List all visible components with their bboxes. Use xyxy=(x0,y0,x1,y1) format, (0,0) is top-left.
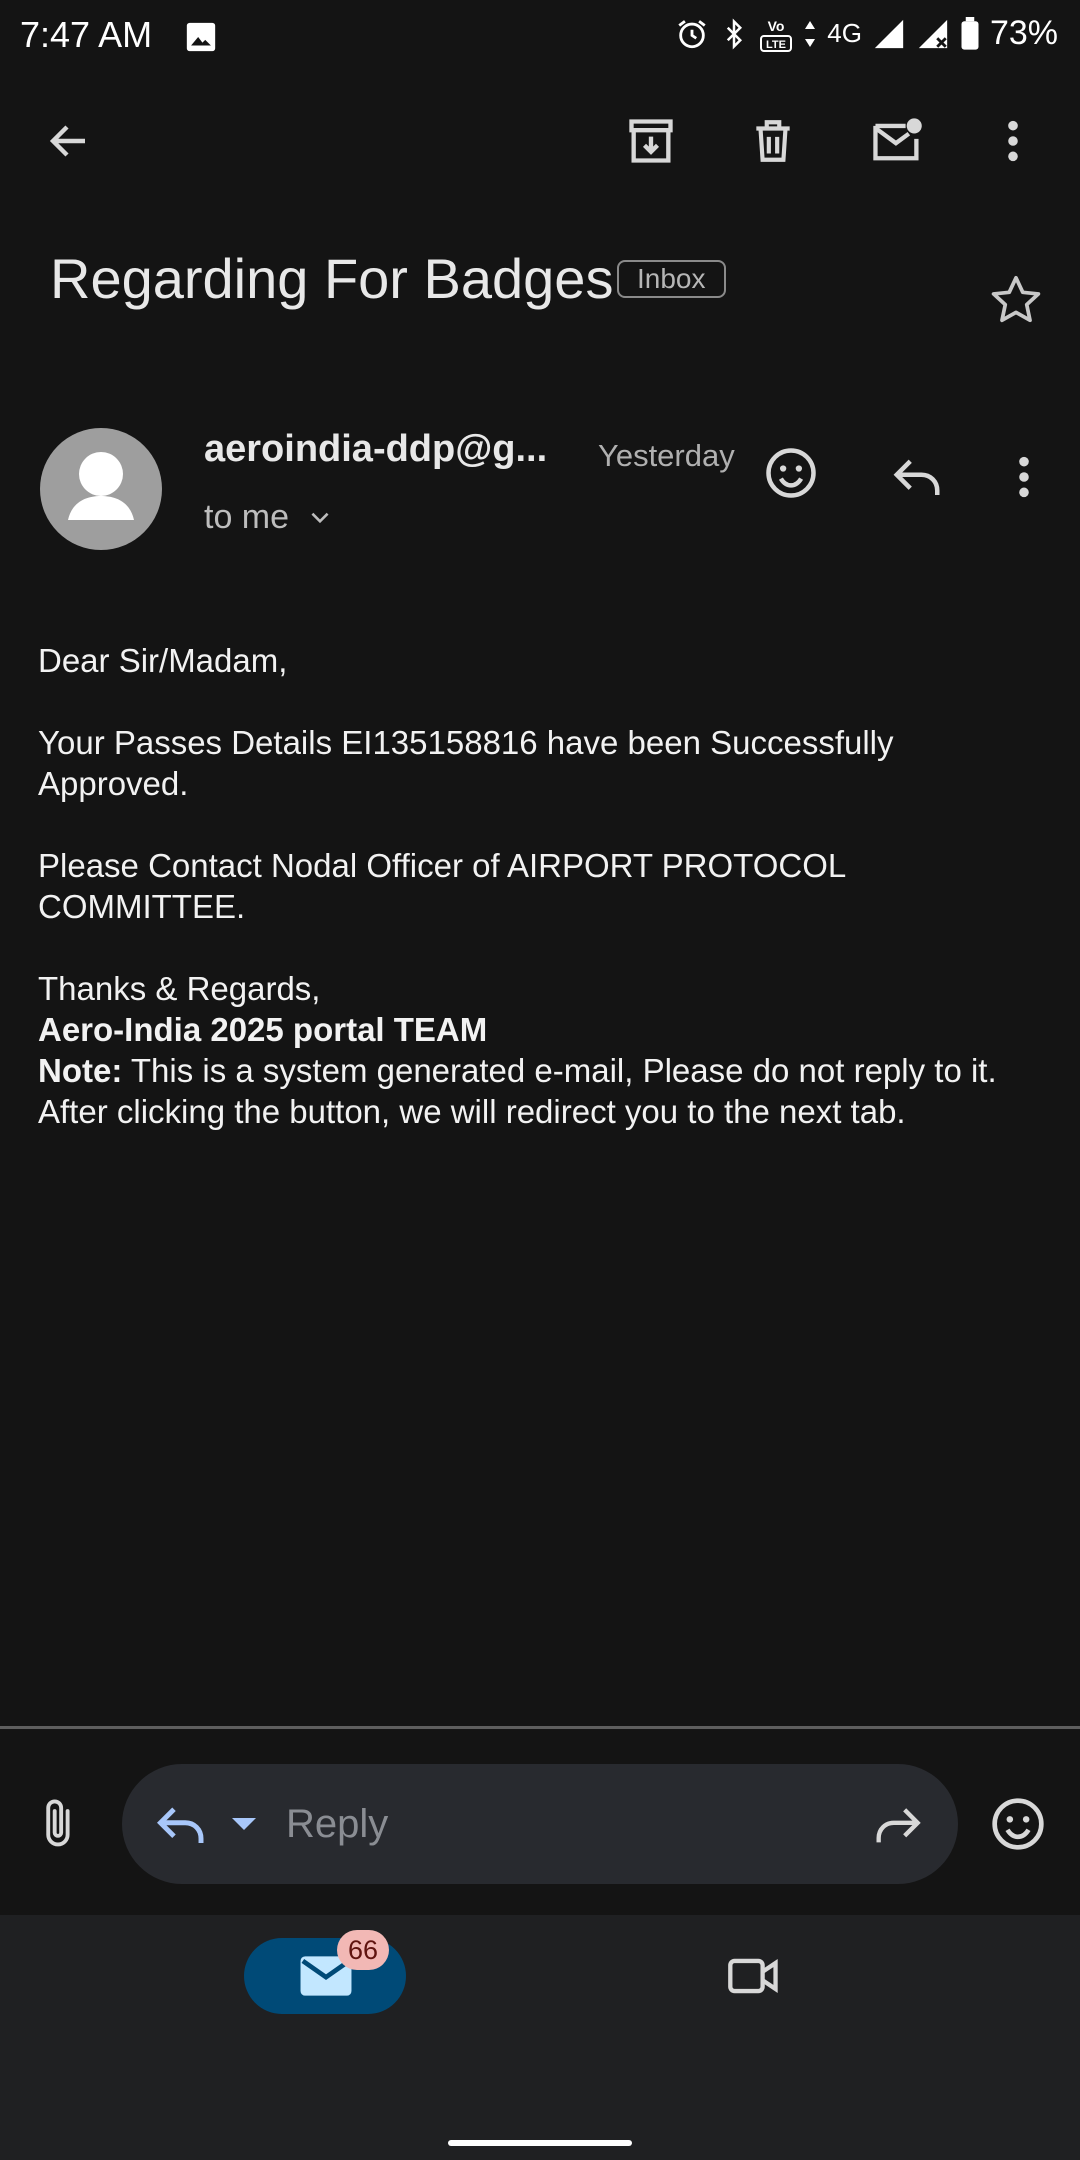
attachment-icon[interactable] xyxy=(36,1796,82,1852)
body-line-1: Your Passes Details EI135158816 have bee… xyxy=(38,724,894,802)
battery-icon xyxy=(960,16,980,51)
recipient-label: to me xyxy=(204,498,290,536)
body-team: Aero-India 2025 portal TEAM xyxy=(38,1011,488,1048)
signal-icon xyxy=(872,17,906,51)
reply-placeholder: Reply xyxy=(286,1802,389,1846)
email-subject: Regarding For Badges xyxy=(50,247,614,310)
gesture-bar[interactable] xyxy=(448,2140,632,2146)
bottom-navigation xyxy=(0,1915,1080,2160)
network-type: 4G xyxy=(827,18,862,48)
message-more-icon[interactable] xyxy=(1016,454,1032,500)
body-signature: Thanks & Regards, Aero-India 2025 portal… xyxy=(38,968,1048,1132)
email-body: Dear Sir/Madam, Your Passes Details EI13… xyxy=(38,640,1048,1132)
mark-unread-icon[interactable] xyxy=(862,106,932,176)
signal-2-icon xyxy=(916,17,950,51)
delete-icon[interactable] xyxy=(738,106,808,176)
emoji-react-icon[interactable] xyxy=(764,446,818,500)
forward-icon[interactable] xyxy=(870,1802,922,1848)
bluetooth-icon xyxy=(719,17,749,51)
alarm-icon xyxy=(675,17,709,51)
recipient-toggle[interactable]: to me xyxy=(204,498,333,537)
avatar[interactable] xyxy=(40,428,162,550)
meet-icon[interactable] xyxy=(726,1952,782,2000)
emoji-icon[interactable] xyxy=(990,1796,1046,1852)
sender-name[interactable]: aeroindia-ddp@g... xyxy=(204,428,547,471)
note-text: This is a system generated e-mail, Pleas… xyxy=(122,1052,997,1089)
body-line-2: Please Contact Nodal Officer of AIRPORT … xyxy=(38,847,846,925)
volte-icon: Vo LTE xyxy=(759,15,793,53)
reply-type-icon[interactable] xyxy=(156,1802,210,1848)
archive-icon[interactable] xyxy=(616,106,686,176)
unread-count-badge: 66 xyxy=(337,1930,389,1970)
svg-text:Vo: Vo xyxy=(768,18,785,34)
chevron-down-icon xyxy=(307,505,333,531)
svg-text:LTE: LTE xyxy=(766,39,786,51)
status-time: 7:47 AM xyxy=(20,14,153,55)
more-vert-icon[interactable] xyxy=(978,106,1048,176)
inbox-label-chip[interactable]: Inbox xyxy=(617,260,726,298)
body-greeting: Dear Sir/Madam, xyxy=(38,642,288,679)
data-arrows-icon xyxy=(803,19,817,49)
status-icons: Vo LTE 4G 73% xyxy=(675,14,1058,53)
body-redirect: After clicking the button, we will redir… xyxy=(38,1093,906,1130)
body-closing: Thanks & Regards, xyxy=(38,970,321,1007)
battery-percent: 73% xyxy=(989,14,1058,52)
gallery-icon xyxy=(184,20,218,54)
email-date: Yesterday xyxy=(598,438,735,473)
reply-icon[interactable] xyxy=(890,452,944,502)
reply-options-dropdown-icon[interactable] xyxy=(230,1814,258,1834)
back-arrow-icon[interactable] xyxy=(34,106,104,176)
note-label: Note: xyxy=(38,1052,123,1089)
star-icon[interactable] xyxy=(988,272,1044,328)
